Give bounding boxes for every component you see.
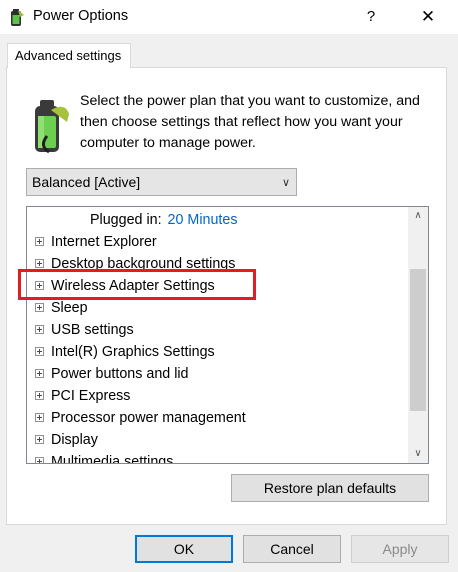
tree-item-label: Desktop background settings (51, 256, 236, 272)
tree-item-wireless-adapter[interactable]: Wireless Adapter Settings (35, 275, 215, 297)
close-button[interactable]: ✕ (410, 4, 446, 30)
expand-icon[interactable] (35, 412, 44, 422)
chevron-down-icon: ∨ (281, 177, 290, 189)
tree-item-intel-graphics[interactable]: Intel(R) Graphics Settings (35, 341, 215, 363)
power-options-icon (11, 9, 24, 26)
restore-plan-defaults-button[interactable]: Restore plan defaults (231, 474, 429, 502)
tree-item-label: Power buttons and lid (51, 366, 189, 382)
expand-icon[interactable] (35, 434, 44, 444)
cancel-button[interactable]: Cancel (243, 535, 341, 563)
plugged-in-setting[interactable]: Plugged in: 20 Minutes (90, 209, 237, 231)
tree-item-label: Display (51, 432, 98, 448)
tree-item-multimedia[interactable]: Multimedia settings (35, 451, 173, 463)
tree-item-label: USB settings (51, 322, 134, 338)
plugged-in-label: Plugged in: (90, 212, 162, 228)
tree-item-label: Wireless Adapter Settings (51, 278, 215, 294)
expand-icon[interactable] (35, 456, 44, 463)
expand-icon[interactable] (35, 258, 44, 268)
tree-item-pci-express[interactable]: PCI Express (35, 385, 130, 407)
tree-item-sleep[interactable]: Sleep (35, 297, 88, 319)
settings-tree-items: Plugged in: 20 Minutes Internet Explorer … (27, 207, 407, 463)
expand-icon[interactable] (35, 236, 44, 246)
tree-item-processor-power[interactable]: Processor power management (35, 407, 246, 429)
battery-plug-icon (35, 100, 69, 154)
description-text: Select the power plan that you want to c… (80, 93, 420, 151)
tree-item-label: Internet Explorer (51, 234, 157, 250)
expand-icon[interactable] (35, 302, 44, 312)
tree-item-internet-explorer[interactable]: Internet Explorer (35, 231, 157, 253)
expand-icon[interactable] (35, 346, 44, 356)
title-bar: Power Options ? ✕ (0, 0, 458, 34)
expand-icon[interactable] (35, 390, 44, 400)
apply-button[interactable]: Apply (351, 535, 449, 563)
expand-icon[interactable] (35, 368, 44, 378)
tree-item-label: Processor power management (51, 410, 246, 426)
tab-advanced-settings[interactable]: Advanced settings (7, 43, 131, 68)
advanced-settings-panel: Select the power plan that you want to c… (6, 67, 447, 525)
power-plan-value: Balanced [Active] (32, 174, 141, 190)
help-button[interactable]: ? (356, 4, 386, 30)
tree-item-display[interactable]: Display (35, 429, 98, 451)
tree-item-label: Sleep (51, 300, 88, 316)
power-plan-dropdown[interactable]: Balanced [Active] ∨ (26, 168, 297, 196)
expand-icon[interactable] (35, 324, 44, 334)
window-title: Power Options (33, 8, 129, 24)
scroll-down-icon[interactable]: ∨ (408, 445, 428, 463)
ok-button[interactable]: OK (135, 535, 233, 563)
tree-item-usb-settings[interactable]: USB settings (35, 319, 134, 341)
scroll-up-icon[interactable]: ∧ (408, 207, 428, 225)
settings-tree[interactable]: Plugged in: 20 Minutes Internet Explorer … (26, 206, 429, 464)
tree-scrollbar[interactable]: ∧ ∨ (408, 207, 428, 463)
tree-item-desktop-background[interactable]: Desktop background settings (35, 253, 235, 275)
tree-item-power-buttons[interactable]: Power buttons and lid (35, 363, 189, 385)
tree-item-label: Multimedia settings (51, 454, 174, 463)
expand-icon[interactable] (35, 280, 44, 290)
scrollbar-thumb[interactable] (410, 269, 426, 411)
tree-item-label: PCI Express (51, 388, 131, 404)
plugged-in-value[interactable]: 20 Minutes (168, 212, 238, 228)
tree-item-label: Intel(R) Graphics Settings (51, 344, 215, 360)
